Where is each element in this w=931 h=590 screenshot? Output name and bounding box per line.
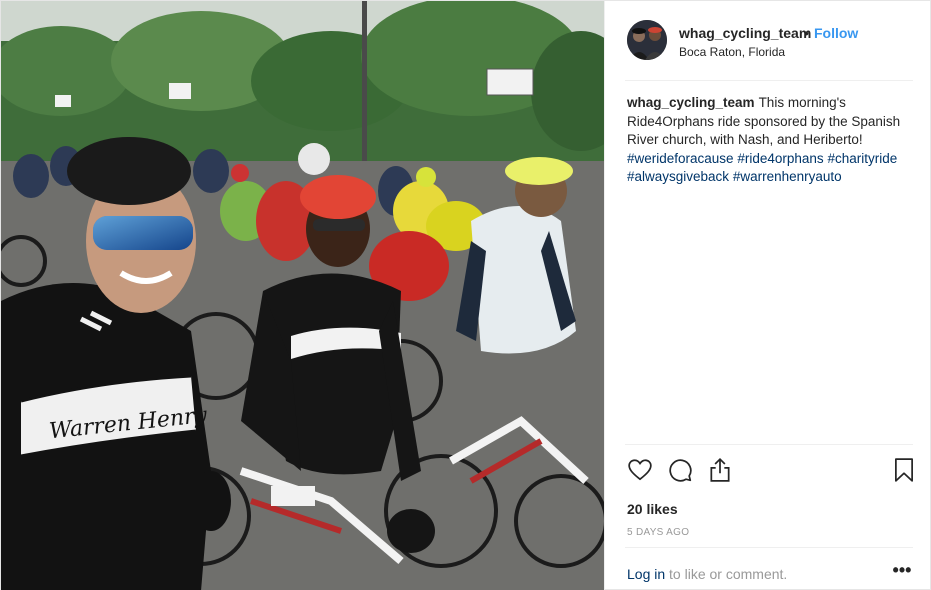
- avatar[interactable]: [627, 20, 667, 60]
- header-separator: •: [804, 25, 809, 41]
- follow-button[interactable]: Follow: [814, 25, 858, 41]
- likes-count[interactable]: 20 likes: [627, 501, 678, 517]
- post-photo[interactable]: Warren Henry: [1, 1, 604, 590]
- post-sidebar: whag_cycling_team • Follow Boca Raton, F…: [604, 1, 931, 590]
- instagram-post: Warren Henry whag_cycling_team • Follow …: [0, 0, 931, 590]
- bookmark-icon: [895, 458, 913, 482]
- heart-icon: [628, 459, 652, 481]
- comment-button[interactable]: [667, 457, 695, 485]
- hashtag-link[interactable]: #ride4orphans: [737, 151, 823, 166]
- header-divider: [625, 80, 913, 81]
- actions-divider: [625, 444, 913, 445]
- login-text: to like or comment.: [669, 566, 788, 582]
- save-button[interactable]: [891, 457, 919, 485]
- action-bar: [623, 457, 917, 487]
- share-icon: [710, 457, 730, 482]
- caption-username[interactable]: whag_cycling_team: [627, 95, 755, 110]
- post-timestamp[interactable]: 5 DAYS AGO: [627, 527, 689, 538]
- share-button[interactable]: [707, 457, 735, 485]
- post-header: whag_cycling_team • Follow Boca Raton, F…: [605, 1, 931, 80]
- location-link[interactable]: Boca Raton, Florida: [679, 45, 785, 59]
- avatar-image: [627, 20, 667, 60]
- hashtag-link[interactable]: #alwaysgiveback: [627, 169, 729, 184]
- more-options-button[interactable]: •••: [891, 559, 913, 581]
- comment-icon: [669, 459, 692, 482]
- hashtag-link[interactable]: #charityride: [827, 151, 897, 166]
- like-button[interactable]: [627, 457, 655, 485]
- header-username[interactable]: whag_cycling_team: [679, 25, 811, 41]
- post-caption: whag_cycling_team This morning's Ride4Orp…: [627, 94, 917, 187]
- login-link[interactable]: Log in: [627, 566, 665, 582]
- login-prompt: Log in to like or comment.: [627, 566, 787, 582]
- hashtag-link[interactable]: #werideforacause: [627, 151, 734, 166]
- cyclists-photo-illustration: Warren Henry: [1, 1, 604, 590]
- footer-divider: [625, 547, 913, 548]
- hashtag-link[interactable]: #warrenhenryauto: [733, 169, 842, 184]
